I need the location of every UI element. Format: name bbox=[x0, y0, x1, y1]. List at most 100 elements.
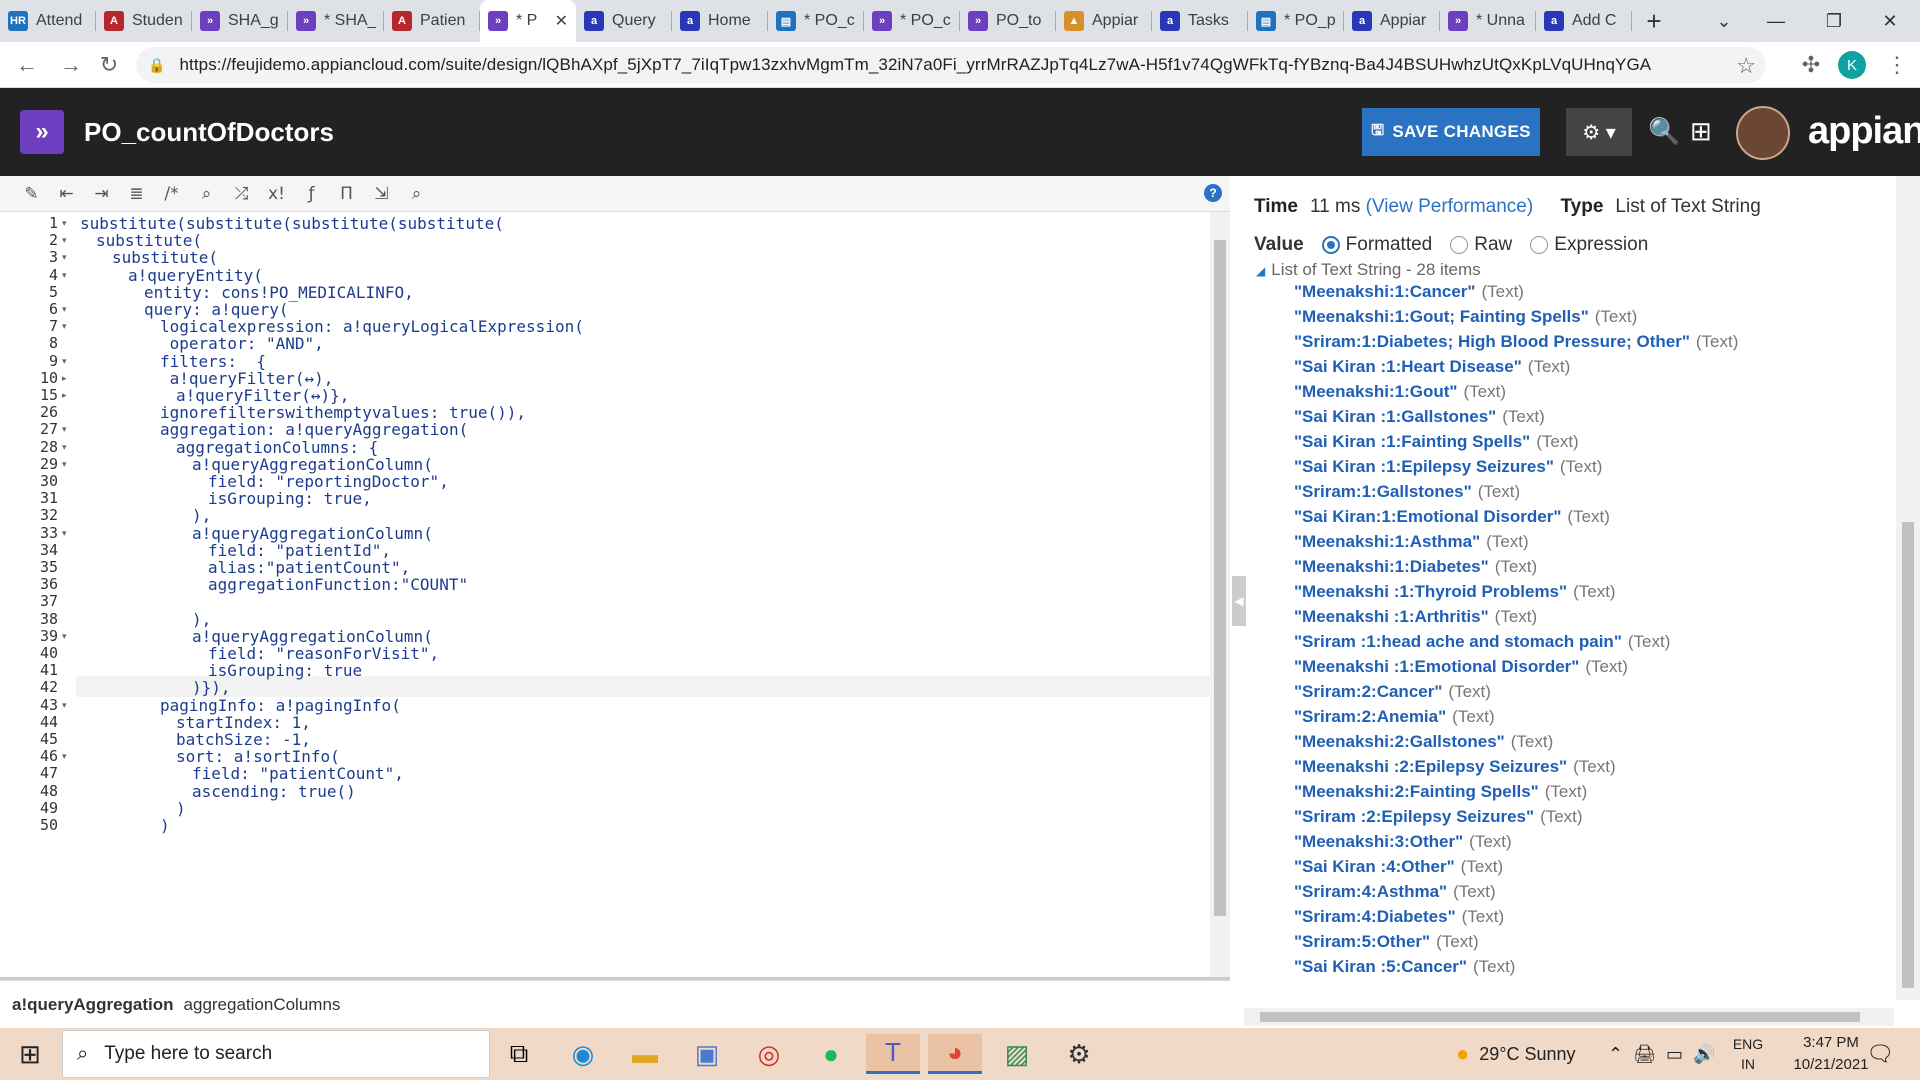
search-icon[interactable]: ⌕ bbox=[189, 184, 224, 204]
code-line[interactable]: field: "reasonForVisit", bbox=[208, 644, 439, 663]
editor-scroll-thumb[interactable] bbox=[1214, 240, 1226, 916]
notifications-icon[interactable]: 🗨 bbox=[1866, 1028, 1894, 1080]
code-line[interactable]: operator: "AND", bbox=[160, 334, 324, 353]
fold-toggle-icon[interactable]: ▾ bbox=[62, 424, 67, 435]
wand-icon[interactable]: ✎ bbox=[14, 184, 49, 204]
bookmark-star-icon[interactable]: ☆ bbox=[1736, 53, 1756, 79]
code-line[interactable]: filters: { bbox=[160, 352, 266, 371]
file-explorer-icon[interactable]: ▬ bbox=[618, 1034, 672, 1074]
apps-grid-icon[interactable]: ⊞ bbox=[1690, 116, 1712, 147]
code-line[interactable]: a!queryEntity( bbox=[128, 266, 263, 285]
browser-tab[interactable]: a Appiar bbox=[1344, 0, 1440, 42]
code-line[interactable]: isGrouping: true bbox=[208, 661, 362, 680]
fold-toggle-icon[interactable]: ▾ bbox=[62, 218, 67, 229]
code-line[interactable]: field: "patientCount", bbox=[192, 764, 404, 783]
code-line[interactable]: ignorefilterswithemptyvalues: true()), bbox=[160, 403, 526, 422]
panel-splitter-handle[interactable]: ◀ bbox=[1232, 576, 1246, 626]
fold-toggle-icon[interactable]: ▾ bbox=[62, 528, 67, 539]
fold-toggle-icon[interactable]: ▾ bbox=[62, 442, 67, 453]
code-line[interactable]: field: "reportingDoctor", bbox=[208, 472, 449, 491]
shuffle-icon[interactable]: ⤮ bbox=[224, 184, 259, 204]
reload-icon[interactable]: ↻ bbox=[94, 50, 124, 80]
browser-tab[interactable]: HR Attend bbox=[0, 0, 96, 42]
code-line[interactable]: query: a!query( bbox=[144, 300, 289, 319]
code-line[interactable]: substitute(substitute(substitute(substit… bbox=[80, 214, 504, 233]
code-line[interactable]: a!queryAggregationColumn( bbox=[192, 524, 433, 543]
extensions-icon[interactable]: ✣ bbox=[1796, 50, 1826, 80]
code-area[interactable]: 1 ▾ substitute(substitute(substitute(subst… bbox=[0, 212, 1210, 977]
browser-menu-icon[interactable]: ⋮ bbox=[1882, 50, 1912, 80]
comment-icon[interactable]: /* bbox=[154, 184, 189, 204]
user-avatar[interactable] bbox=[1736, 106, 1790, 160]
radio-label[interactable]: Formatted bbox=[1346, 234, 1433, 256]
fold-toggle-icon[interactable]: ▾ bbox=[62, 459, 67, 470]
code-line[interactable]: a!queryFilter(↔), bbox=[160, 369, 334, 388]
code-line[interactable]: substitute( bbox=[112, 248, 218, 267]
browser-tab[interactable]: a Add C bbox=[1536, 0, 1632, 42]
save-changes-button[interactable]: 🖫 SAVE CHANGES bbox=[1362, 108, 1540, 156]
fold-toggle-icon[interactable]: ▸ bbox=[62, 373, 67, 384]
code-line[interactable]: entity: cons!PO_MEDICALINFO, bbox=[144, 283, 414, 302]
browser-tab[interactable]: » * SHA_ bbox=[288, 0, 384, 42]
new-tab-button[interactable]: + bbox=[1632, 0, 1676, 42]
fold-toggle-icon[interactable]: ▾ bbox=[62, 631, 67, 642]
result-vertical-scrollbar[interactable] bbox=[1896, 176, 1920, 1000]
code-line[interactable]: ), bbox=[192, 506, 211, 525]
maximize-icon[interactable]: ❐ bbox=[1804, 0, 1864, 42]
view-performance-link[interactable]: (View Performance) bbox=[1366, 196, 1534, 217]
browser-tab[interactable]: ▤ * PO_p bbox=[1248, 0, 1344, 42]
code-line[interactable]: aggregationColumns: { bbox=[176, 438, 378, 457]
settings-gear-button[interactable]: ⚙ ▾ bbox=[1566, 108, 1632, 156]
code-line[interactable]: )}), bbox=[192, 678, 231, 697]
browser-tab[interactable]: » SHA_g bbox=[192, 0, 288, 42]
fold-toggle-icon[interactable]: ▾ bbox=[62, 356, 67, 367]
search-objects-icon[interactable]: 🔍 bbox=[1648, 116, 1680, 147]
forward-icon[interactable]: → bbox=[56, 50, 86, 80]
collapse-triangle-icon[interactable]: ◢ bbox=[1256, 264, 1265, 278]
tab-search-icon[interactable]: ⌄ bbox=[1694, 0, 1754, 42]
result-list-header[interactable]: ◢ List of Text String - 28 items bbox=[1256, 260, 1481, 280]
taskbar-search-box[interactable]: ⌕ Type here to search bbox=[62, 1030, 490, 1078]
fold-toggle-icon[interactable]: ▾ bbox=[62, 321, 67, 332]
browser-tab[interactable]: » * P ✕ bbox=[480, 0, 576, 42]
network-app-icon[interactable]: ▣ bbox=[680, 1034, 734, 1074]
fold-toggle-icon[interactable]: ▾ bbox=[62, 235, 67, 246]
radio-label[interactable]: Expression bbox=[1554, 234, 1648, 256]
code-line[interactable]: alias:"patientCount", bbox=[208, 558, 410, 577]
indent-icon[interactable]: ⇥ bbox=[84, 184, 119, 204]
fold-toggle-icon[interactable]: ▾ bbox=[62, 304, 67, 315]
image-app-icon[interactable]: ▨ bbox=[990, 1034, 1044, 1074]
export-icon[interactable]: ⇲ bbox=[364, 184, 399, 204]
recorder-app-icon[interactable]: ◎ bbox=[742, 1034, 796, 1074]
radio-formatted[interactable] bbox=[1321, 236, 1340, 254]
code-line[interactable]: ), bbox=[192, 610, 211, 629]
code-line[interactable]: ) bbox=[160, 816, 170, 835]
browser-tab[interactable]: a Home bbox=[672, 0, 768, 42]
radio-expression[interactable] bbox=[1530, 236, 1549, 254]
spotify-icon[interactable]: ● bbox=[804, 1034, 858, 1074]
radio-raw[interactable] bbox=[1450, 236, 1469, 254]
editor-vertical-scrollbar[interactable] bbox=[1210, 212, 1230, 977]
fold-toggle-icon[interactable]: ▸ bbox=[62, 390, 67, 401]
outdent-icon[interactable]: ⇤ bbox=[49, 184, 84, 204]
settings-app-icon[interactable]: ⚙ bbox=[1052, 1034, 1106, 1074]
task-view-icon[interactable]: ⧉ bbox=[492, 1034, 546, 1074]
taskbar-clock[interactable]: 3:47 PM 10/21/2021 bbox=[1784, 1032, 1878, 1076]
fold-toggle-icon[interactable]: ▾ bbox=[62, 270, 67, 281]
code-line[interactable]: field: "patientId", bbox=[208, 541, 391, 560]
code-line[interactable]: a!queryFilter(↔)}, bbox=[176, 386, 349, 405]
language-indicator[interactable]: ENG IN bbox=[1728, 1034, 1768, 1074]
help-icon[interactable]: ? bbox=[1204, 184, 1222, 202]
fold-toggle-icon[interactable]: ▾ bbox=[62, 700, 67, 711]
browser-tab[interactable]: ▲ Appiar bbox=[1056, 0, 1152, 42]
code-line[interactable]: substitute( bbox=[96, 231, 202, 250]
function-x-icon[interactable]: x! bbox=[259, 184, 294, 204]
code-line[interactable]: ) bbox=[176, 799, 186, 818]
browser-tab[interactable]: A Patien bbox=[384, 0, 480, 42]
code-line[interactable]: batchSize: -1, bbox=[176, 730, 311, 749]
code-line[interactable]: a!queryAggregationColumn( bbox=[192, 455, 433, 474]
browser-tab[interactable]: » * PO_c bbox=[864, 0, 960, 42]
minimize-icon[interactable]: — bbox=[1746, 0, 1806, 42]
code-line[interactable]: pagingInfo: a!pagingInfo( bbox=[160, 696, 401, 715]
fx-icon[interactable]: ƒ bbox=[294, 184, 329, 204]
